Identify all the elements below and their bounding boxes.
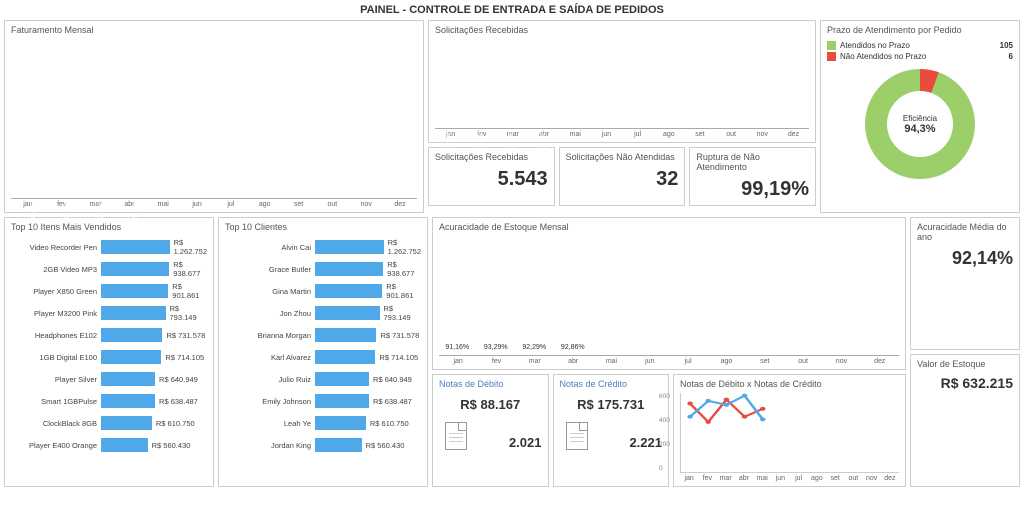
hbar-row: Jordan KingR$ 560.430: [225, 434, 421, 456]
chart-acuracidade: 91,16% 93,29% 92,29% 92,86%: [439, 236, 899, 356]
hbar-row: Video Recorder PenR$ 1.262.752: [11, 236, 207, 258]
panel-notas-chart: Notas de Débito x Notas de Crédito 600 4…: [673, 374, 906, 487]
hbar-row: Gina MartinR$ 901.861: [225, 280, 421, 302]
hbar-row: Jon ZhouR$ 793.149: [225, 302, 421, 324]
kpi-ruptura: Ruptura de Não Atendimento 99,19%: [689, 147, 816, 206]
hbar-row: 2GB Video MP3R$ 938.677: [11, 258, 207, 280]
legend-nao-atendidos: Não Atendidos no Prazo 6: [827, 52, 1013, 61]
panel-prazo: Prazo de Atendimento por Pedido Atendido…: [820, 20, 1020, 213]
panel-debito: Notas de Débito R$ 88.167 2.021: [432, 374, 549, 487]
hbar-row: Smart 1GBPulseR$ 638.487: [11, 390, 207, 412]
hbar-row: Emily JohnsonR$ 638.487: [225, 390, 421, 412]
panel-top-clientes: Top 10 Clientes Alvin CaiR$ 1.262.752Gra…: [218, 217, 428, 487]
kpi-acuracidade-media: Acuracidade Média do ano 92,14%: [910, 217, 1020, 350]
panel-acuracidade: Acuracidade de Estoque Mensal 91,16% 93,…: [432, 217, 906, 370]
hbar-row: Julio RuizR$ 640.949: [225, 368, 421, 390]
page-title: PAINEL - CONTROLE DE ENTRADA E SAÍDA DE …: [0, 0, 1024, 20]
donut-center: Eficiência 94,3%: [887, 91, 953, 157]
kpi-valor-estoque: Valor de Estoque R$ 632.215: [910, 354, 1020, 487]
kpi-recebidas: Solicitações Recebidas 5.543: [428, 147, 555, 206]
panel-solicitacoes: Solicitações Recebidas 1.566 1.438 1.199…: [428, 20, 816, 143]
chart-notas-lines: 600 400 200 0: [680, 393, 899, 473]
hbar-row: Player SilverR$ 640.949: [11, 368, 207, 390]
hbar-row: 1GB Digital E100R$ 714.105: [11, 346, 207, 368]
hbar-row: Headphones E102R$ 731.578: [11, 324, 207, 346]
hbar-row: Leah YeR$ 610.750: [225, 412, 421, 434]
document-icon: [566, 422, 588, 450]
panel-top-itens: Top 10 Itens Mais Vendidos Video Recorde…: [4, 217, 214, 487]
hbar-row: Alvin CaiR$ 1.262.752: [225, 236, 421, 258]
panel-faturamento-title: Faturamento Mensal: [11, 25, 417, 35]
hbar-row: Player X850 GreenR$ 901.861: [11, 280, 207, 302]
hbar-row: Grace ButlerR$ 938.677: [225, 258, 421, 280]
chart-solicitacoes: 1.566 1.438 1.199 1.340: [435, 39, 809, 129]
chart-top-itens: Video Recorder PenR$ 1.262.7522GB Video …: [11, 236, 207, 456]
panel-credito: Notas de Crédito R$ 175.731 2.221: [553, 374, 670, 487]
chart-top-clientes: Alvin CaiR$ 1.262.752Grace ButlerR$ 938.…: [225, 236, 421, 456]
legend-atendidos: Atendidos no Prazo 105: [827, 41, 1013, 50]
chart-faturamento: R$ 88.087 R$ 76.325 R$ 82.900 R$ 59.107: [11, 39, 417, 199]
panel-faturamento: Faturamento Mensal R$ 88.087 R$ 76.325 R…: [4, 20, 424, 213]
document-icon: [445, 422, 467, 450]
axis-months: janfevmarabrmaijunjulagosetoutnovdez: [680, 475, 899, 482]
hbar-row: Player E400 OrangeR$ 560.430: [11, 434, 207, 456]
panel-solicitacoes-title: Solicitações Recebidas: [435, 25, 809, 35]
axis-months: janfevmarabrmaijunjulagosetoutnovdez: [435, 131, 809, 138]
hbar-row: ClockBlack 8GBR$ 610.750: [11, 412, 207, 434]
hbar-row: Player M3200 PinkR$ 793.149: [11, 302, 207, 324]
kpi-nao-atendidas: Solicitações Não Atendidas 32: [559, 147, 686, 206]
hbar-row: Karl AlvarezR$ 714.105: [225, 346, 421, 368]
axis-months: janfevmarabrmaijunjulagosetoutnovdez: [439, 358, 899, 365]
axis-months: janfevmarabrmaijunjulagosetoutnovdez: [11, 201, 417, 208]
donut-chart: Eficiência 94,3%: [865, 69, 975, 179]
hbar-row: Brianna MorganR$ 731.578: [225, 324, 421, 346]
